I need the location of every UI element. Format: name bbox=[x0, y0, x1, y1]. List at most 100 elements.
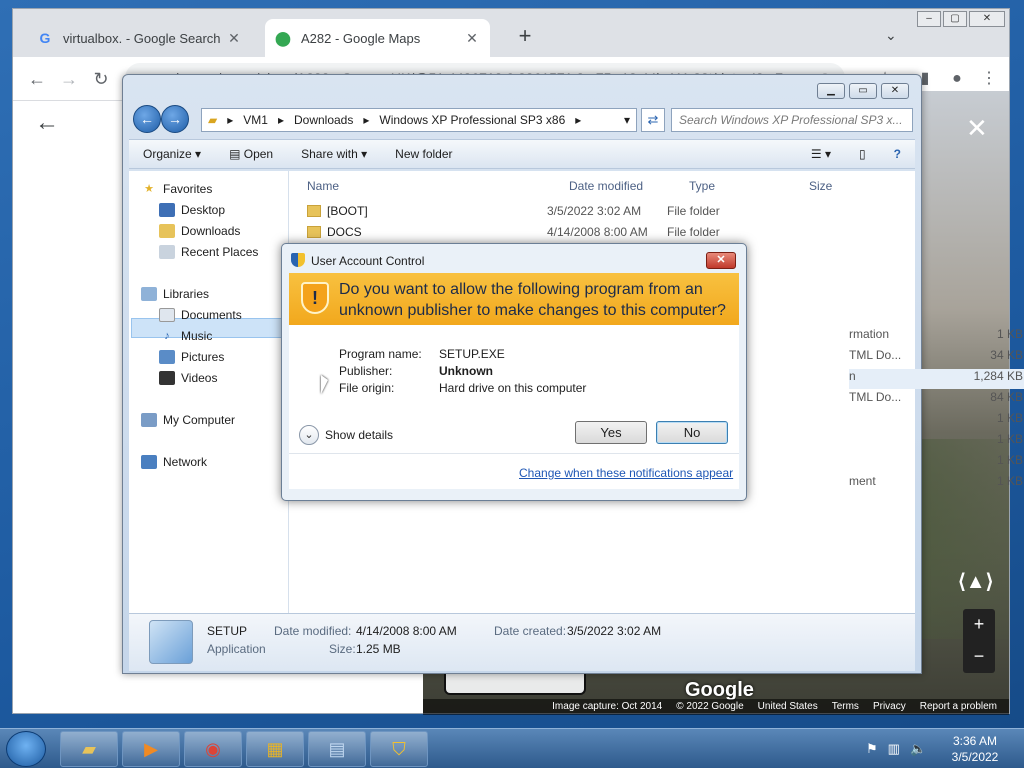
network-icon bbox=[141, 455, 157, 469]
maximize-button[interactable]: ▢ bbox=[943, 11, 967, 27]
close-tab-icon[interactable]: ✕ bbox=[226, 30, 242, 47]
file-row-partial[interactable]: 1 KB bbox=[849, 432, 1024, 452]
volume-icon[interactable]: 🔈 bbox=[910, 741, 926, 757]
new-tab-button[interactable]: + bbox=[513, 25, 537, 49]
share-with-button[interactable]: Share with ▾ bbox=[301, 147, 367, 161]
clock[interactable]: 3:36 AM 3/5/2022 bbox=[940, 733, 1010, 765]
nav-label: Recent Places bbox=[181, 245, 259, 259]
taskbar-installer[interactable]: ▦ bbox=[246, 731, 304, 767]
column-date-modified[interactable]: Date modified bbox=[569, 179, 643, 193]
nav-favorites[interactable]: ★ Favorites bbox=[141, 179, 212, 199]
nav-downloads[interactable]: Downloads bbox=[159, 221, 240, 241]
file-size: 1 KB bbox=[996, 453, 1023, 467]
file-row-partial[interactable]: ment 1 KB bbox=[849, 474, 1024, 494]
close-tab-icon[interactable]: ✕ bbox=[464, 30, 480, 47]
breadcrumb-vm1[interactable]: VM1 bbox=[243, 113, 268, 127]
zoom-in-button[interactable]: + bbox=[963, 609, 995, 641]
file-row-partial[interactable]: 1 KB bbox=[849, 453, 1024, 473]
nav-pictures[interactable]: Pictures bbox=[159, 347, 224, 367]
explorer-search-input[interactable]: Search Windows XP Professional SP3 x... bbox=[671, 108, 913, 132]
nav-network[interactable]: Network bbox=[141, 452, 207, 472]
preview-pane-icon[interactable]: ▯ bbox=[859, 147, 866, 161]
nav-recent-places[interactable]: Recent Places bbox=[159, 242, 258, 262]
uac-no-button[interactable]: No bbox=[656, 421, 728, 444]
navigation-pane: ★ Favorites Desktop Downloads Recent Plac… bbox=[129, 171, 289, 613]
file-row-partial[interactable]: 1 KB bbox=[849, 411, 1024, 431]
taskbar-explorer[interactable]: ▰ bbox=[60, 731, 118, 767]
breadcrumb-downloads[interactable]: Downloads bbox=[294, 113, 353, 127]
back-icon[interactable]: ← bbox=[25, 67, 49, 91]
file-size: 84 KB bbox=[990, 390, 1023, 404]
terms-link[interactable]: Terms bbox=[832, 699, 859, 715]
file-row-partial[interactable]: rmation 1 KB bbox=[849, 327, 1024, 347]
new-folder-button[interactable]: New folder bbox=[395, 147, 452, 161]
reload-icon[interactable]: ↻ bbox=[89, 67, 113, 91]
forward-icon[interactable]: → bbox=[57, 67, 81, 91]
tab-google-search[interactable]: G virtualbox. - Google Search ✕ bbox=[27, 19, 252, 57]
file-date: 4/14/2008 8:00 AM bbox=[547, 225, 648, 239]
open-button[interactable]: ▤ Open bbox=[229, 147, 273, 161]
show-details-label[interactable]: Show details bbox=[325, 428, 393, 442]
privacy-link[interactable]: Privacy bbox=[873, 699, 906, 715]
explorer-close-button[interactable]: ✕ bbox=[881, 83, 909, 99]
taskbar-uac[interactable]: ⛉ bbox=[370, 731, 428, 767]
nav-documents[interactable]: Documents bbox=[159, 305, 242, 325]
views-icon[interactable]: ☰ ▾ bbox=[811, 147, 831, 161]
explorer-maximize-button[interactable]: ▭ bbox=[849, 83, 877, 99]
file-name: [BOOT] bbox=[327, 204, 368, 218]
taskbar-media-player[interactable]: ▶ bbox=[122, 731, 180, 767]
uac-shield-icon: ⛉ bbox=[392, 738, 406, 759]
explorer-minimize-button[interactable]: ▁ bbox=[817, 83, 845, 99]
google-icon: G bbox=[39, 30, 51, 46]
file-row-partial-selected[interactable]: n 1,284 KB bbox=[849, 369, 1024, 389]
organize-button[interactable]: Organize ▾ bbox=[143, 147, 201, 161]
program-name-value: SETUP.EXE bbox=[439, 347, 505, 361]
change-notifications-link[interactable]: Change when these notifications appear bbox=[519, 466, 733, 480]
tab-google-maps[interactable]: ⬤ A282 - Google Maps ✕ bbox=[265, 19, 490, 57]
report-problem-link[interactable]: Report a problem bbox=[920, 699, 997, 715]
file-row[interactable]: [BOOT] 3/5/2022 3:02 AM File folder bbox=[307, 201, 867, 221]
profile-icon[interactable]: ● bbox=[945, 67, 969, 91]
zoom-out-button[interactable]: − bbox=[963, 641, 995, 673]
minimize-button[interactable]: – bbox=[917, 11, 941, 27]
taskbar-control-panel[interactable]: ▤ bbox=[308, 731, 366, 767]
region-link[interactable]: United States bbox=[758, 699, 818, 715]
explorer-forward-button[interactable]: → bbox=[161, 105, 189, 133]
close-window-button[interactable]: ✕ bbox=[969, 11, 1005, 27]
compass-icon[interactable]: ⟨▲⟩ bbox=[958, 569, 993, 594]
menu-icon[interactable]: ⋮ bbox=[977, 67, 1001, 91]
uac-yes-button[interactable]: Yes bbox=[575, 421, 647, 444]
nav-music[interactable]: ♪ Music bbox=[159, 326, 212, 346]
address-dropdown-icon[interactable]: ▾ bbox=[624, 113, 630, 127]
nav-videos[interactable]: Videos bbox=[159, 368, 217, 388]
column-name[interactable]: Name bbox=[307, 179, 339, 193]
start-button[interactable] bbox=[6, 731, 46, 767]
maps-back-icon[interactable]: ← bbox=[35, 109, 59, 137]
file-row-partial[interactable]: TML Do... 34 KB bbox=[849, 348, 1024, 368]
explorer-address-bar[interactable]: ▰ ▸ VM1 ▸ Downloads ▸ Windows XP Profess… bbox=[201, 108, 637, 132]
nav-my-computer[interactable]: My Computer bbox=[141, 410, 235, 430]
nav-label: Music bbox=[181, 329, 213, 343]
column-type[interactable]: Type bbox=[689, 179, 715, 193]
tab-search-icon[interactable]: ⌄ bbox=[885, 27, 897, 44]
breadcrumb-current[interactable]: Windows XP Professional SP3 x86 bbox=[379, 113, 565, 127]
explorer-refresh-button[interactable]: ⇄ bbox=[641, 108, 665, 132]
music-icon: ♪ bbox=[164, 330, 170, 342]
column-size[interactable]: Size bbox=[809, 179, 832, 193]
nav-label: Documents bbox=[181, 308, 242, 322]
action-center-icon[interactable]: ⚑ bbox=[866, 741, 878, 757]
uac-dialog: User Account Control ✕ ! Do you want to … bbox=[281, 243, 747, 501]
uac-close-button[interactable]: ✕ bbox=[706, 252, 736, 269]
taskbar-chrome[interactable]: ◉ bbox=[184, 731, 242, 767]
nav-libraries[interactable]: Libraries bbox=[141, 284, 209, 304]
nav-label: Downloads bbox=[181, 224, 241, 238]
explorer-back-button[interactable]: ← bbox=[133, 105, 161, 133]
street-view-close-icon[interactable]: ✕ bbox=[966, 113, 988, 144]
show-details-chevron-icon[interactable]: ⌄ bbox=[299, 425, 319, 445]
file-row[interactable]: DOCS 4/14/2008 8:00 AM File folder bbox=[307, 222, 867, 242]
nav-desktop[interactable]: Desktop bbox=[159, 200, 225, 220]
network-tray-icon[interactable]: ▥ bbox=[888, 741, 900, 757]
clock-time: 3:36 AM bbox=[952, 734, 998, 748]
help-icon[interactable]: ? bbox=[894, 147, 901, 161]
file-row-partial[interactable]: TML Do... 84 KB bbox=[849, 390, 1024, 410]
